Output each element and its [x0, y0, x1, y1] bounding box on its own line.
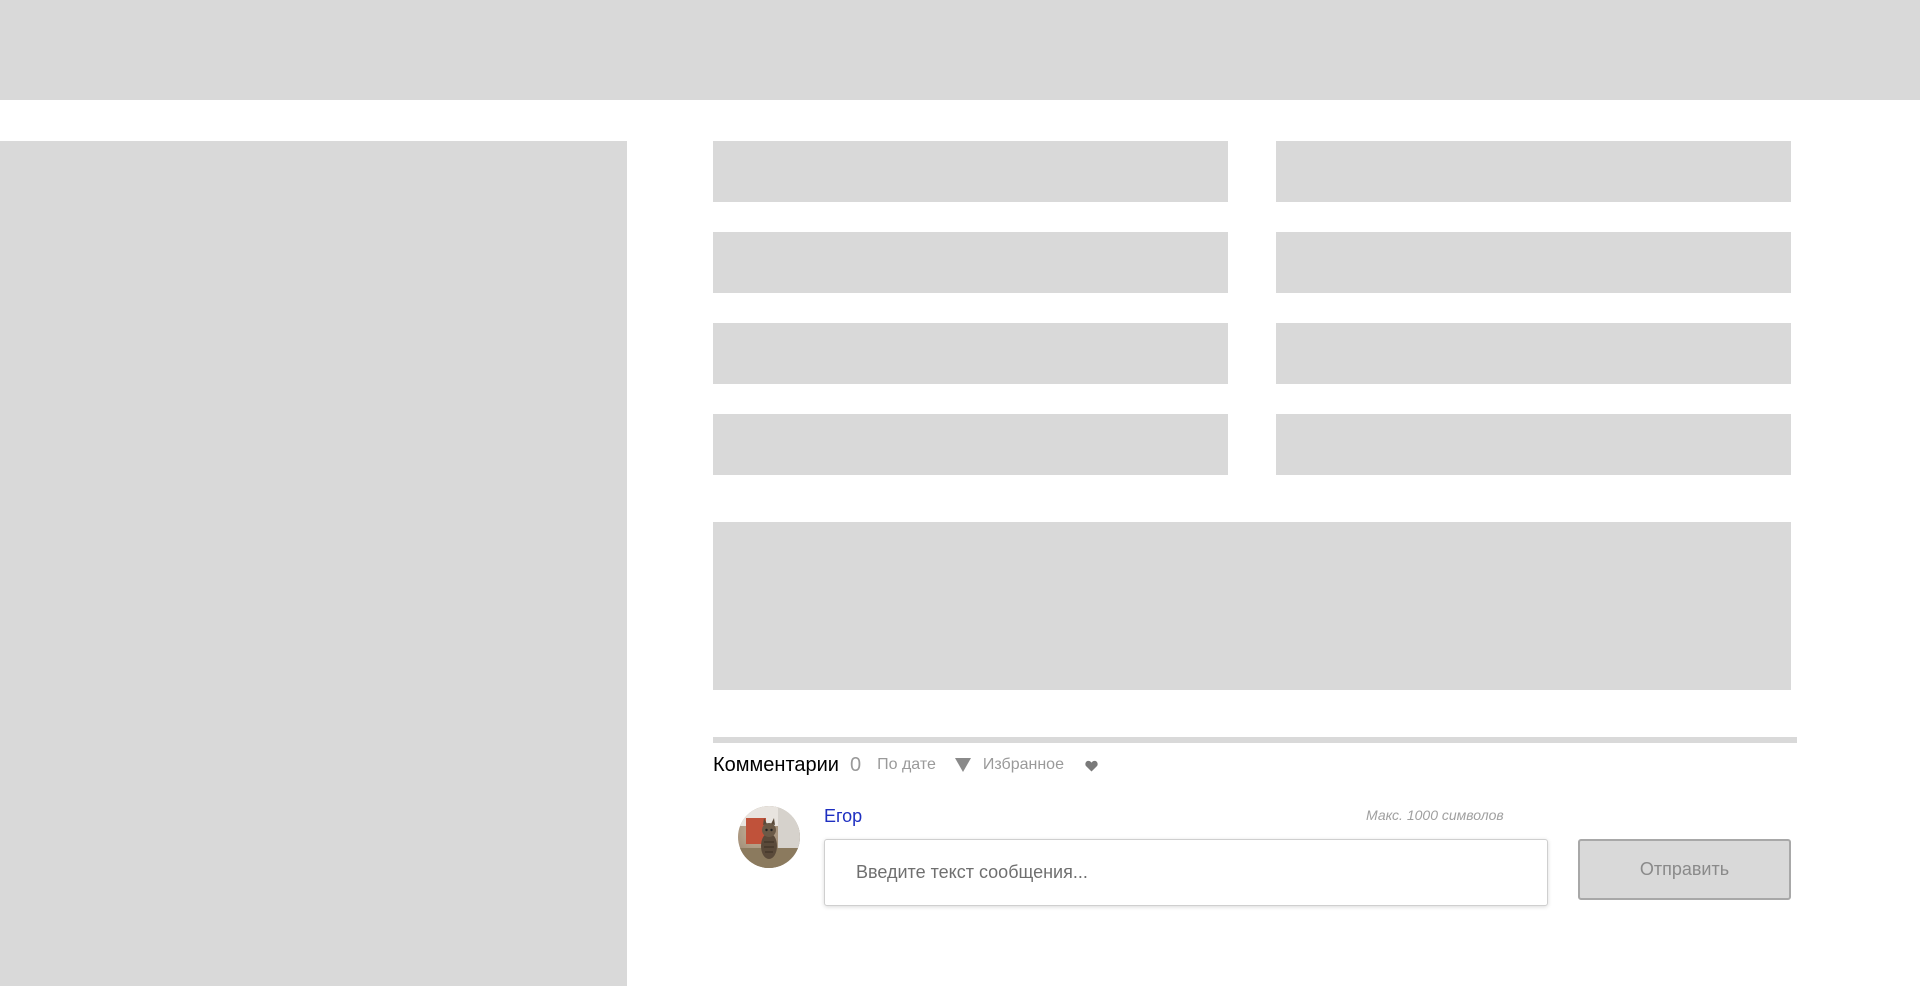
heart-icon[interactable]	[1085, 759, 1098, 772]
max-length-hint: Макс. 1000 символов	[1366, 807, 1504, 823]
field-placeholder-5	[713, 323, 1228, 384]
field-placeholder-3	[713, 232, 1228, 293]
field-placeholder-8	[1276, 414, 1791, 475]
comments-header: Комментарии 0 По дате Избранное	[713, 750, 1098, 780]
triangle-down-icon[interactable]	[954, 757, 971, 773]
send-button[interactable]: Отправить	[1578, 839, 1791, 900]
sort-by-date-label[interactable]: По дате	[877, 756, 936, 774]
field-placeholder-6	[1276, 323, 1791, 384]
field-placeholder-4	[1276, 232, 1791, 293]
field-placeholder-1	[713, 141, 1228, 202]
content-placeholder	[713, 522, 1791, 690]
message-input[interactable]	[824, 839, 1548, 906]
username-link[interactable]: Егор	[824, 806, 862, 827]
comments-title: Комментарии	[713, 753, 839, 776]
comments-count: 0	[849, 753, 862, 776]
field-placeholder-7	[713, 414, 1228, 475]
header-placeholder	[0, 0, 1920, 100]
favorites-filter-label[interactable]: Избранное	[983, 756, 1064, 774]
avatar	[738, 806, 800, 868]
sidebar-placeholder	[0, 141, 627, 986]
comments-divider	[713, 737, 1797, 743]
field-placeholder-2	[1276, 141, 1791, 202]
